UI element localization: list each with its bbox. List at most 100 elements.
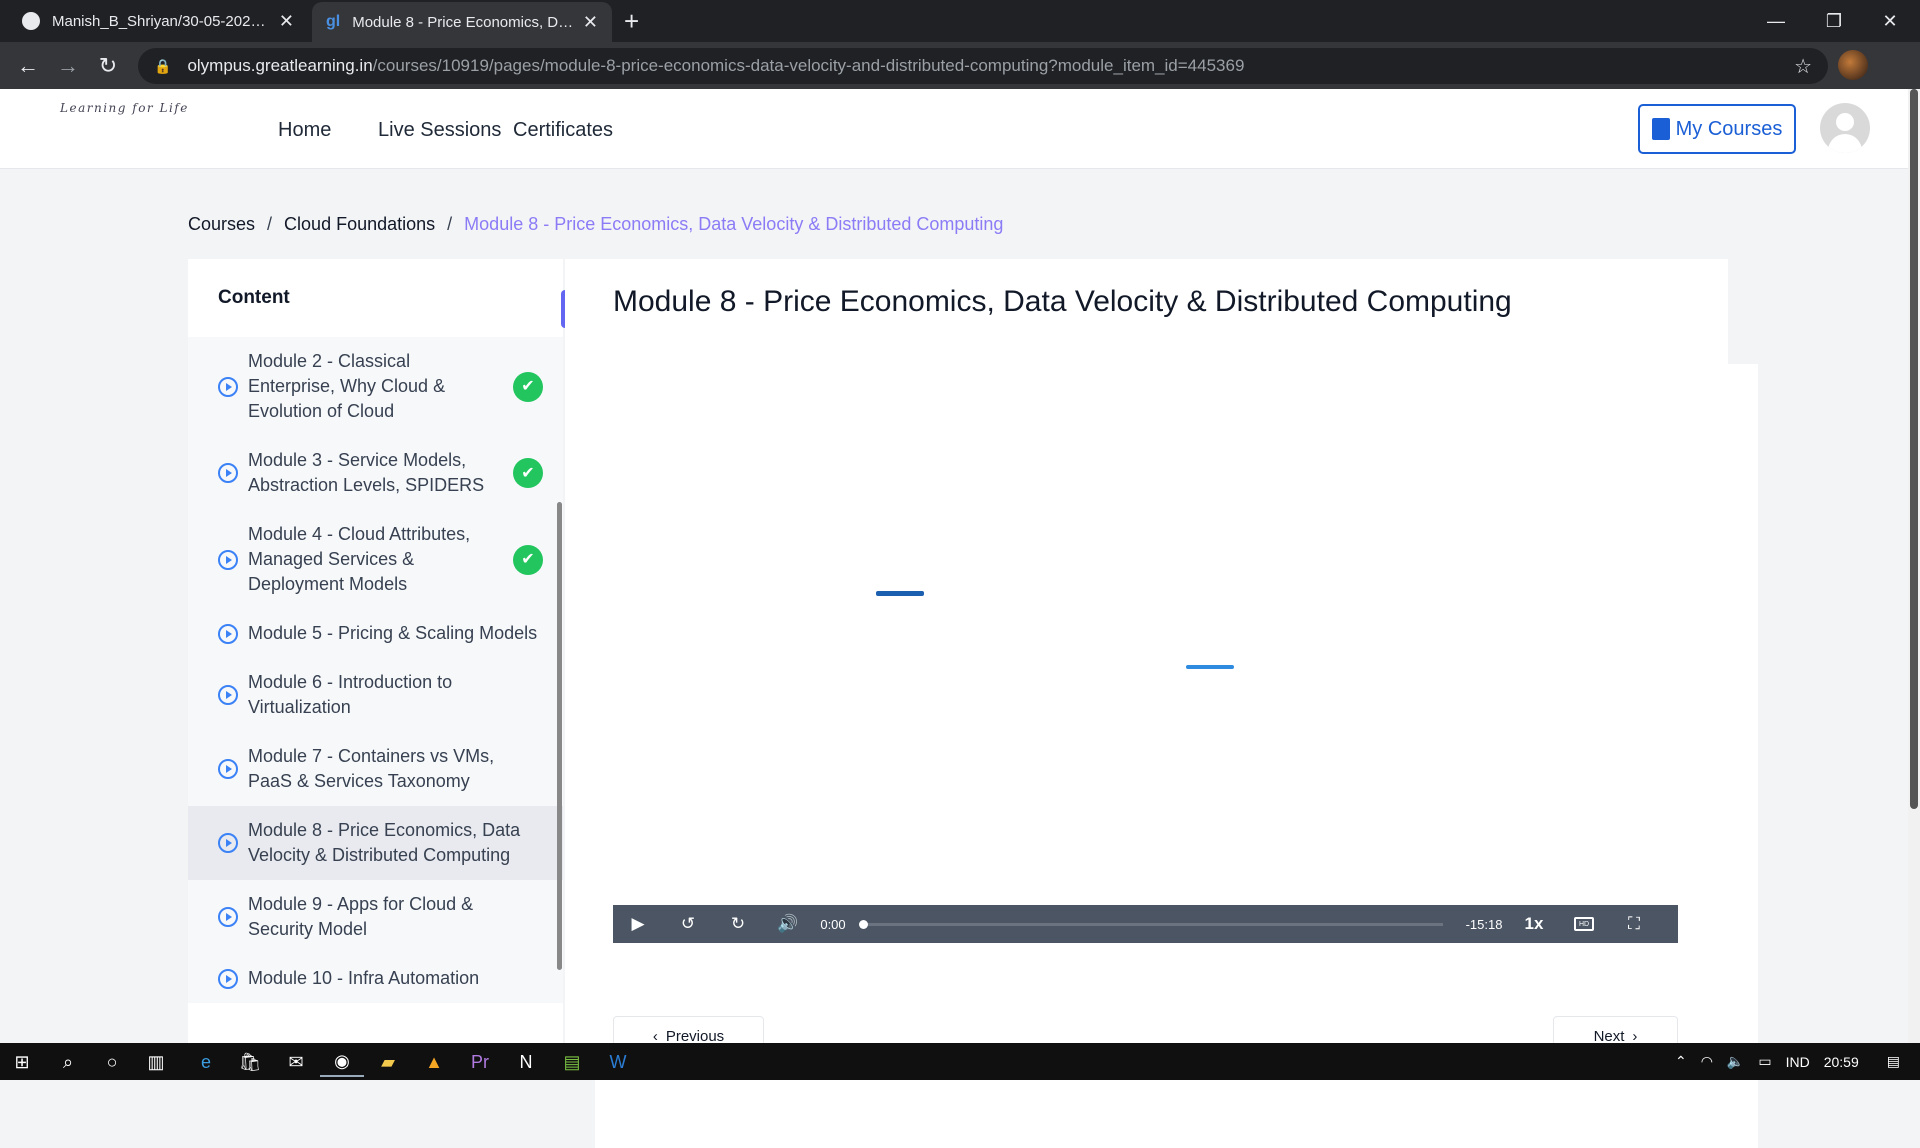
next-label: Next <box>1593 1027 1625 1045</box>
module-item-7[interactable]: Module 7 - Containers vs VMs, PaaS & Ser… <box>188 732 563 806</box>
notification-icon[interactable]: ▤ <box>1887 1053 1900 1070</box>
play-circle-icon <box>218 549 238 570</box>
play-circle-icon <box>218 907 238 927</box>
chrome-icon[interactable]: ◉ <box>320 1047 364 1077</box>
url-path: /courses/10919/pages/module-8-price-econ… <box>372 56 1245 75</box>
completed-check-icon: ✔ <box>513 544 543 575</box>
module-list: Module 2 - Classical Enterprise, Why Clo… <box>188 337 563 1003</box>
notion-icon[interactable]: N <box>504 1047 548 1077</box>
breadcrumb-current: Module 8 - Price Economics, Data Velocit… <box>464 214 1004 234</box>
close-tab-icon[interactable]: ✕ <box>279 11 294 32</box>
module-label: Module 9 - Apps for Cloud & Security Mod… <box>248 894 474 939</box>
module-item-9[interactable]: Module 9 - Apps for Cloud & Security Mod… <box>188 880 563 954</box>
play-circle-icon <box>218 463 238 483</box>
video-progress-bar[interactable] <box>859 919 1443 929</box>
reload-icon[interactable]: ↻ <box>92 50 124 82</box>
module-label: Module 5 - Pricing & Scaling Models <box>248 623 538 643</box>
play-circle-icon <box>218 833 238 853</box>
playback-speed-button[interactable]: 1x <box>1509 914 1559 934</box>
play-circle-icon <box>218 759 238 779</box>
module-label: Module 6 - Introduction to Virtualizatio… <box>248 672 453 717</box>
battery-icon[interactable]: ▭ <box>1758 1053 1771 1070</box>
breadcrumb-separator: / <box>447 214 453 234</box>
content-sidebar: Content Module 2 - Classical Enterprise,… <box>188 259 563 1043</box>
user-avatar[interactable] <box>1820 103 1870 153</box>
edge-icon[interactable]: e <box>184 1047 228 1077</box>
module-item-4[interactable]: Module 4 - Cloud Attributes, Managed Ser… <box>188 510 563 609</box>
video-player-controls: ▶ ↺ ↻ 🔊 0:00 -15:18 1x HD ⛶ <box>613 905 1678 943</box>
minimize-icon[interactable]: — <box>1748 0 1804 42</box>
remaining-time: -15:18 <box>1465 916 1503 932</box>
word-icon[interactable]: W <box>596 1047 640 1077</box>
notepad-icon[interactable]: ▤ <box>550 1047 594 1077</box>
module-label: Module 8 - Price Economics, Data Velocit… <box>248 820 521 865</box>
breadcrumb-courses[interactable]: Courses <box>188 214 255 235</box>
play-icon[interactable]: ▶ <box>613 905 663 943</box>
url-field[interactable]: 🔒 olympus.greatlearning.in /courses/1091… <box>138 48 1828 84</box>
close-tab-icon[interactable]: ✕ <box>583 12 598 33</box>
language-indicator[interactable]: IND <box>1786 1054 1810 1070</box>
task-view-icon[interactable]: ▥ <box>134 1047 178 1077</box>
windows-taskbar: ⊞ ⌕ ○ ▥ e 🛍 ✉ ◉ ▰ ▲ Pr N ▤ W ⌃ ◠ 🔈 ▭ IND… <box>0 1043 1920 1080</box>
browser-tab-bar: Manish_B_Shriyan/30-05-2020(D ✕ gl Modul… <box>0 0 1920 42</box>
completed-check-icon: ✔ <box>513 371 543 402</box>
new-tab-button[interactable]: + <box>624 6 639 37</box>
module-item-5[interactable]: Module 5 - Pricing & Scaling Models <box>188 609 563 658</box>
greatlearning-logo[interactable]: greatlearning Learning for Life <box>30 101 1758 1148</box>
back-icon[interactable]: ← <box>12 50 44 82</box>
premiere-icon[interactable]: Pr <box>458 1047 502 1077</box>
chevron-left-icon: ‹ <box>652 1027 658 1045</box>
close-window-icon[interactable]: ✕ <box>1862 0 1918 42</box>
hd-quality-button[interactable]: HD <box>1574 917 1594 931</box>
module-item-6[interactable]: Module 6 - Introduction to Virtualizatio… <box>188 658 563 732</box>
cortana-icon[interactable]: ○ <box>90 1047 134 1077</box>
wifi-icon[interactable]: ◠ <box>1701 1053 1713 1070</box>
browser-profile-avatar[interactable] <box>1838 50 1868 80</box>
volume-icon[interactable]: 🔊 <box>763 905 813 943</box>
lock-icon: 🔒 <box>154 57 172 74</box>
module-item-10[interactable]: Module 10 - Infra Automation <box>188 954 563 1003</box>
page-title: Module 8 - Price Economics, Data Velocit… <box>613 285 1512 318</box>
forward-icon[interactable]: → <box>52 50 84 82</box>
browser-tab-module8[interactable]: gl Module 8 - Price Economics, Data ✕ <box>312 2 612 42</box>
play-circle-icon <box>218 685 238 705</box>
loading-indicator <box>876 591 924 596</box>
play-circle-icon <box>218 376 238 397</box>
clock[interactable]: 20:59 <box>1824 1054 1859 1070</box>
nav-home[interactable]: Home <box>278 119 331 142</box>
page-scrollbar[interactable] <box>1908 89 1920 1043</box>
windows-start-icon[interactable]: ⊞ <box>0 1047 44 1077</box>
bookmark-star-icon[interactable]: ☆ <box>1794 54 1812 79</box>
breadcrumb-cloud-foundations[interactable]: Cloud Foundations <box>284 214 435 235</box>
mail-icon[interactable]: ✉ <box>274 1047 318 1077</box>
progress-knob[interactable] <box>859 919 868 929</box>
forward-icon[interactable]: ↻ <box>713 905 763 943</box>
nav-live-sessions[interactable]: Live Sessions <box>378 119 501 142</box>
chevron-right-icon: › <box>1632 1027 1638 1045</box>
module-item-3[interactable]: Module 3 - Service Models, Abstraction L… <box>188 436 563 510</box>
my-courses-button[interactable]: My Courses <box>1638 104 1796 154</box>
breadcrumb-separator: / <box>267 214 273 234</box>
module-label: Module 3 - Service Models, Abstraction L… <box>248 450 485 495</box>
sidebar-scrollbar[interactable] <box>557 502 562 970</box>
greatlearning-favicon: gl <box>326 13 341 30</box>
system-tray: ⌃ ◠ 🔈 ▭ IND 20:59 ▤ <box>1675 1043 1920 1080</box>
browser-tab-github[interactable]: Manish_B_Shriyan/30-05-2020(D ✕ <box>8 0 308 42</box>
previous-label: Previous <box>665 1027 725 1045</box>
nav-certificates[interactable]: Certificates <box>513 119 613 142</box>
module-item-8-selected[interactable]: Module 8 - Price Economics, Data Velocit… <box>188 806 563 880</box>
fullscreen-icon[interactable]: ⛶ <box>1609 905 1659 943</box>
store-icon[interactable]: 🛍 <box>228 1047 272 1077</box>
breadcrumb: Courses / Cloud Foundations / Module 8 -… <box>188 214 1003 235</box>
tab-title: Manish_B_Shriyan/30-05-2020(D <box>52 12 271 30</box>
restore-icon[interactable]: ❐ <box>1806 0 1862 42</box>
search-icon[interactable]: ⌕ <box>46 1047 90 1077</box>
vlc-icon[interactable]: ▲ <box>412 1047 456 1077</box>
site-header: greatlearning Learning for Life Home Liv… <box>0 89 1908 1148</box>
module-item-2[interactable]: Module 2 - Classical Enterprise, Why Clo… <box>188 337 563 436</box>
module-label: Module 2 - Classical Enterprise, Why Clo… <box>248 351 446 421</box>
rewind-icon[interactable]: ↺ <box>663 905 713 943</box>
file-explorer-icon[interactable]: ▰ <box>366 1047 410 1077</box>
speaker-icon[interactable]: 🔈 <box>1727 1053 1744 1070</box>
chevron-up-icon[interactable]: ⌃ <box>1675 1053 1687 1070</box>
